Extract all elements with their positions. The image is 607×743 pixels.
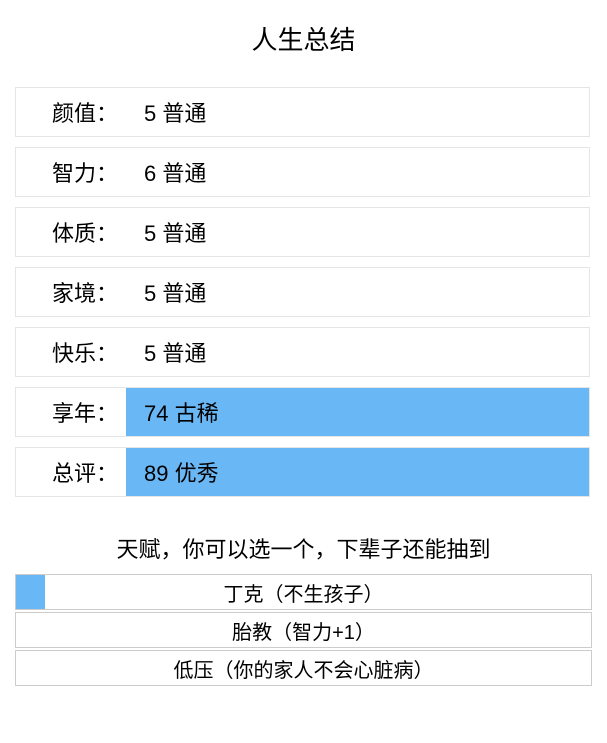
stat-label: 体质： <box>16 208 126 256</box>
stat-value: 5 普通 <box>126 88 589 136</box>
stat-value: 89 优秀 <box>126 448 589 496</box>
stat-row-age: 享年： 74 古稀 <box>15 387 590 437</box>
stat-label: 智力： <box>16 148 126 196</box>
stat-label: 总评： <box>16 448 126 496</box>
stat-value: 5 普通 <box>126 268 589 316</box>
talent-text: 丁克（不生孩子） <box>224 578 384 607</box>
stat-value: 74 古稀 <box>126 388 589 436</box>
talent-progress-fill <box>16 575 45 609</box>
talent-header: 天赋，你可以选一个，下辈子还能抽到 <box>15 532 592 564</box>
talent-section: 天赋，你可以选一个，下辈子还能抽到 丁克（不生孩子） 胎教（智力+1） 低压（你… <box>15 532 592 686</box>
stat-label: 享年： <box>16 388 126 436</box>
stat-row-family: 家境： 5 普通 <box>15 267 590 317</box>
stat-value: 6 普通 <box>126 148 589 196</box>
stat-label: 颜值： <box>16 88 126 136</box>
stats-scroll-area[interactable]: 颜值： 5 普通 智力： 6 普通 体质： 5 普通 家境： 5 普通 快乐： … <box>15 87 592 517</box>
stat-row-happiness: 快乐： 5 普通 <box>15 327 590 377</box>
stat-row-intelligence: 智力： 6 普通 <box>15 147 590 197</box>
stat-label: 家境： <box>16 268 126 316</box>
page-title: 人生总结 <box>15 20 592 57</box>
stat-value: 5 普通 <box>126 208 589 256</box>
talent-text: 胎教（智力+1） <box>232 616 375 645</box>
stat-label: 快乐： <box>16 328 126 376</box>
stat-row-appearance: 颜值： 5 普通 <box>15 87 590 137</box>
talent-text: 低压（你的家人不会心脏病） <box>174 654 434 683</box>
stat-row-overall: 总评： 89 优秀 <box>15 447 590 497</box>
stat-value: 5 普通 <box>126 328 589 376</box>
talent-option-lowbp[interactable]: 低压（你的家人不会心脏病） <box>15 650 592 686</box>
stat-row-physique: 体质： 5 普通 <box>15 207 590 257</box>
talent-option-dink[interactable]: 丁克（不生孩子） <box>15 574 592 610</box>
talent-option-prenatal[interactable]: 胎教（智力+1） <box>15 612 592 648</box>
